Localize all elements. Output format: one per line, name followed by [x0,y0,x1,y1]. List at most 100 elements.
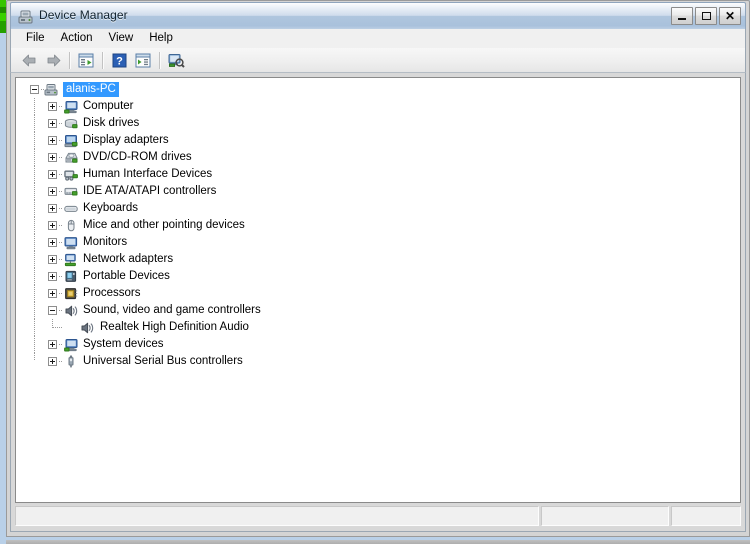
tree-item-label: IDE ATA/ATAPI controllers [83,185,217,197]
tree-item-label: Portable Devices [83,270,170,282]
close-button[interactable]: ✕ [719,7,741,25]
device-manager-window: Device Manager ✕ File Action View Help ?… [6,0,750,537]
device-tree: alanis-PC Computer Disk drives Display adap… [16,81,740,370]
menu-bar: File Action View Help [10,29,746,48]
menu-item-action[interactable]: Action [53,30,101,47]
tree-item-label: Processors [83,287,141,299]
tree-item[interactable]: Disk drives [16,115,740,132]
tree-item[interactable]: DVD/CD-ROM drives [16,149,740,166]
tree-expander[interactable] [48,136,57,145]
tree-expander[interactable] [48,187,57,196]
tree-item-label: Keyboards [83,202,138,214]
tree-item-label: Mice and other pointing devices [83,219,245,231]
close-icon: ✕ [724,9,736,23]
tree-item[interactable]: System devices [16,336,740,353]
tree-expander[interactable] [48,357,57,366]
screen: Device Manager ✕ File Action View Help ?… [0,0,750,544]
scan-for-hardware-changes-icon [168,53,185,68]
menu-item-view[interactable]: View [101,30,142,47]
sound-controller-icon [64,304,79,318]
tree-item[interactable]: Universal Serial Bus controllers [16,353,740,370]
tree-item-label: Display adapters [83,134,169,146]
help-button[interactable]: ? [107,49,131,71]
tree-item[interactable]: Mice and other pointing devices [16,217,740,234]
properties-button[interactable] [74,49,98,71]
display-adapter-icon [64,134,79,148]
computer-root-icon [44,83,59,97]
tree-item-label: Computer [83,100,134,112]
tree-expander[interactable] [48,102,57,111]
status-pane-1 [14,505,540,527]
menu-item-file[interactable]: File [18,30,53,47]
portable-device-icon [64,270,79,284]
window-controls: ✕ [671,7,741,25]
tree-item[interactable]: IDE ATA/ATAPI controllers [16,183,740,200]
network-adapter-icon [64,253,79,267]
tree-item-label: DVD/CD-ROM drives [83,151,192,163]
minimize-button[interactable] [671,7,693,25]
properties-icon [78,53,94,67]
tree-expander[interactable] [48,340,57,349]
tree-item[interactable]: Display adapters [16,132,740,149]
tree-item[interactable]: Monitors [16,234,740,251]
forward-arrow-icon [47,54,60,66]
device-manager-icon [17,8,34,25]
tree-expander[interactable] [48,238,57,247]
processor-icon [64,287,79,301]
speaker-icon [80,321,95,335]
monitor-icon [64,236,79,250]
usb-controller-icon [64,355,79,369]
device-tree-pane[interactable]: alanis-PC Computer Disk drives Display adap… [15,77,741,503]
tree-expander[interactable] [48,204,57,213]
disk-drive-icon [64,117,79,131]
forward-button[interactable] [41,49,65,71]
status-pane-2 [540,505,670,527]
back-button[interactable] [17,49,41,71]
tree-expander[interactable] [48,289,57,298]
status-pane-3 [670,505,742,527]
tree-item[interactable]: alanis-PC [16,81,740,98]
tree-item-label: Network adapters [83,253,174,265]
tree-item[interactable]: Realtek High Definition Audio [16,319,740,336]
tree-item[interactable]: Sound, video and game controllers [16,302,740,319]
toolbar-separator-1 [69,51,70,69]
ide-controller-icon [64,185,79,199]
scan-for-hardware-changes-button[interactable] [164,49,188,71]
tree-item-label: Sound, video and game controllers [83,304,261,316]
tree-item-label: alanis-PC [63,82,119,97]
tree-item[interactable]: Human Interface Devices [16,166,740,183]
tree-item[interactable]: Network adapters [16,251,740,268]
computer-icon [64,100,79,114]
tree-item-label: Disk drives [83,117,140,129]
back-arrow-icon [22,54,35,66]
tree-expander[interactable] [48,221,57,230]
tree-expander[interactable] [48,255,57,264]
tree-item[interactable]: Computer [16,98,740,115]
window-title: Device Manager [39,8,128,22]
svg-text:?: ? [116,55,123,67]
tree-item-label: System devices [83,338,164,350]
tree-expander[interactable] [30,85,39,94]
title-bar[interactable]: Device Manager ✕ [10,2,746,29]
tree-item[interactable]: Processors [16,285,740,302]
tree-expander[interactable] [48,153,57,162]
tree-item-label: Realtek High Definition Audio [100,321,249,333]
system-device-icon [64,338,79,352]
show-hide-console-tree-icon [135,53,151,67]
tree-expander[interactable] [48,306,57,315]
tree-item[interactable]: Keyboards [16,200,740,217]
tree-expander[interactable] [48,119,57,128]
toolbar: ? [10,48,746,73]
menu-item-help[interactable]: Help [141,30,181,47]
tree-item-label: Universal Serial Bus controllers [83,355,243,367]
maximize-button[interactable] [695,7,717,25]
tree-item[interactable]: Portable Devices [16,268,740,285]
dvd-drive-icon [64,151,79,165]
show-hide-console-tree-button[interactable] [131,49,155,71]
window-bottom-edge [6,540,750,544]
client-area: alanis-PC Computer Disk drives Display adap… [10,73,746,532]
hid-icon [64,168,79,182]
tree-expander[interactable] [48,170,57,179]
tree-item-label: Human Interface Devices [83,168,213,180]
tree-expander[interactable] [48,272,57,281]
